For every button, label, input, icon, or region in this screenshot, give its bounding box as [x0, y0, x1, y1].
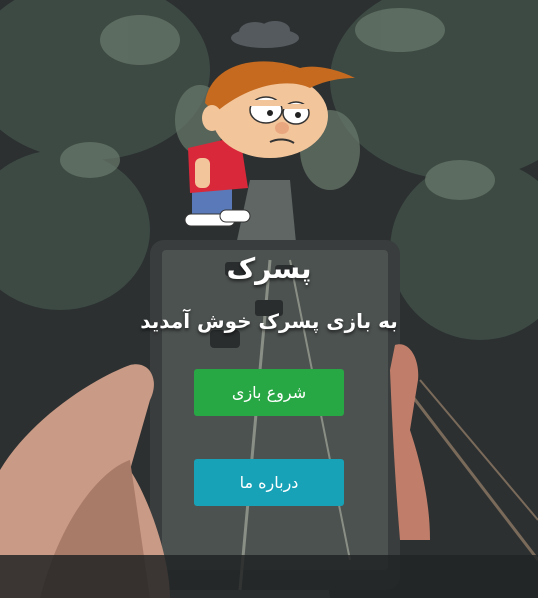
about-us-button[interactable]: درباره ما [194, 459, 344, 506]
game-screen: پسرک به بازی پسرک خوش آمدید شروع بازی در… [0, 0, 538, 598]
rain-cloud-icon [231, 21, 299, 48]
welcome-message: به بازی پسرک خوش آمدید [140, 309, 398, 333]
start-game-button[interactable]: شروع بازی [194, 369, 344, 416]
game-title: پسرک [226, 252, 312, 285]
cartoon-boy-icon [184, 21, 355, 227]
